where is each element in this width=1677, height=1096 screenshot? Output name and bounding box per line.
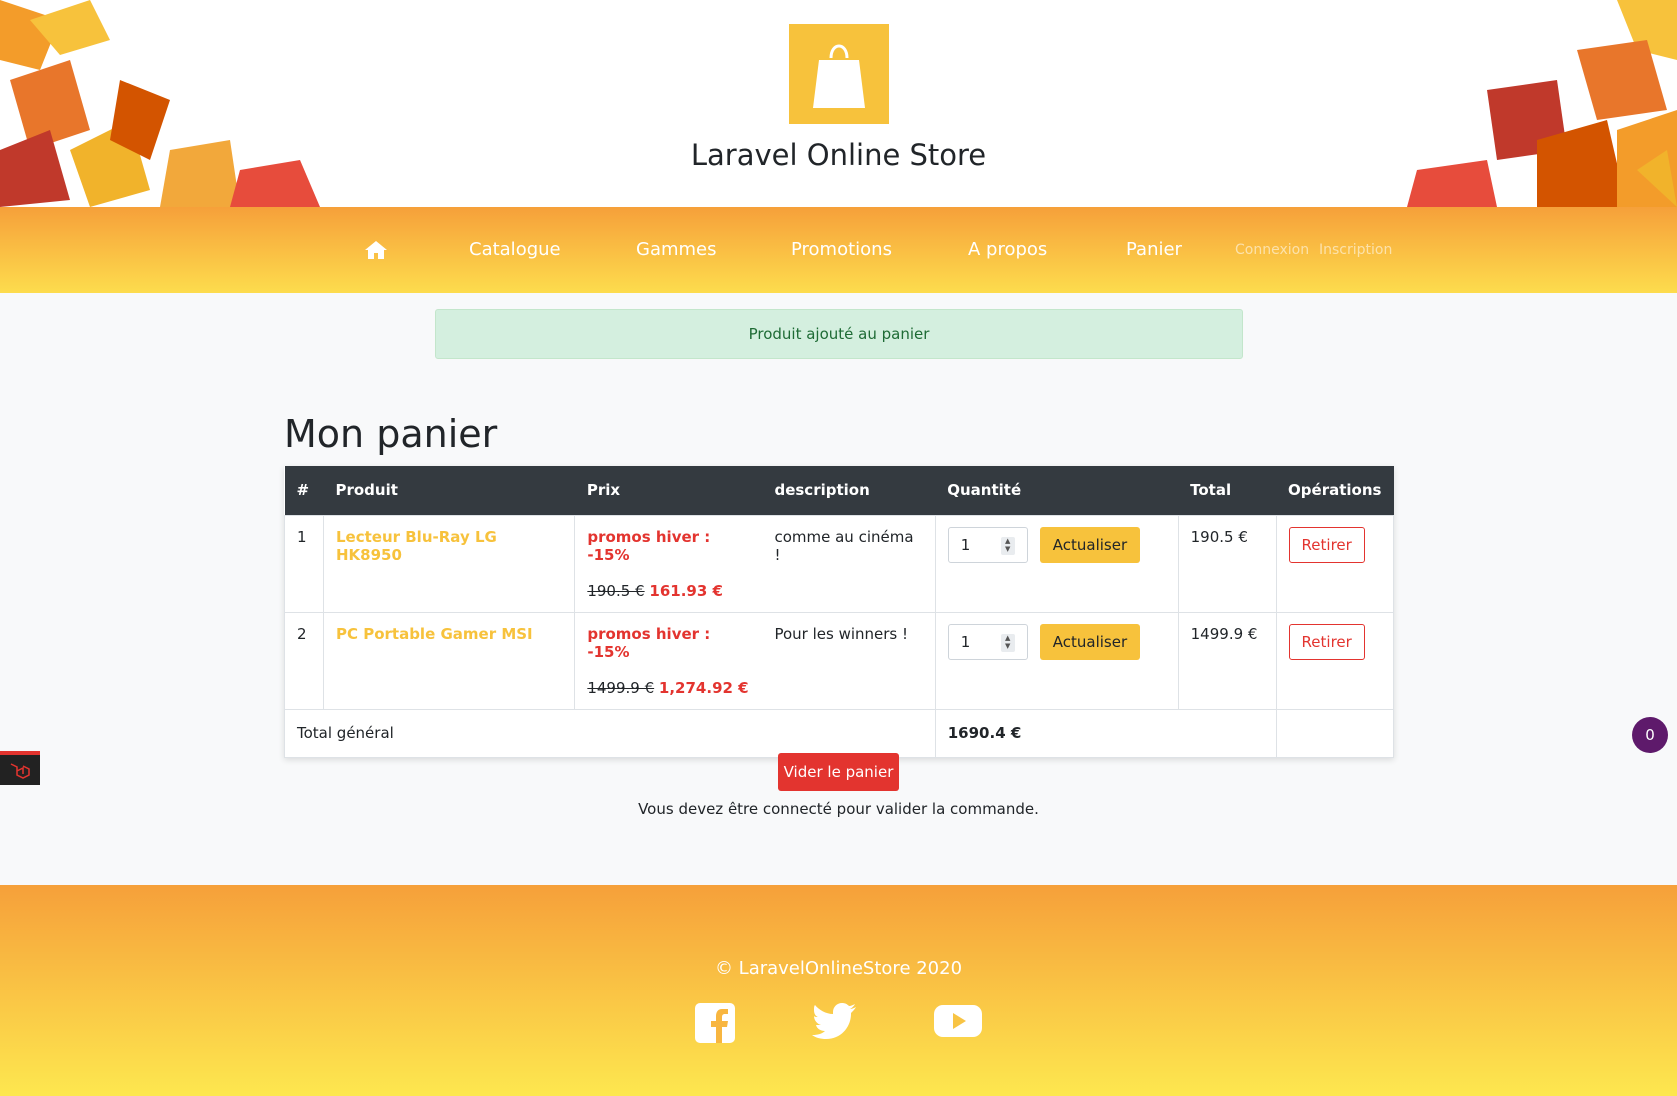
total-cell: 190.5 €	[1177, 514, 1277, 613]
main-navbar: Catalogue Gammes Promotions A propos Pan…	[0, 207, 1677, 293]
description-cell: comme au cinéma !	[762, 514, 936, 613]
youtube-icon[interactable]	[934, 1003, 982, 1039]
column-header: Quantité	[935, 466, 1179, 515]
grand-total-value: 1690.4 €	[934, 708, 1277, 758]
laravel-icon	[10, 763, 30, 779]
product-cell: Lecteur Blu-Ray LG HK8950	[322, 514, 576, 613]
empty-cell	[1275, 708, 1395, 758]
promo-label: promos hiver : -15%	[587, 527, 711, 564]
row-index: 2	[284, 611, 324, 710]
old-price: 1499.9 €	[587, 678, 655, 697]
grand-total-row: Total général 1690.4 €	[284, 708, 1395, 758]
product-link[interactable]: Lecteur Blu-Ray LG HK8950	[336, 528, 497, 564]
total-cell: 1499.9 €	[1177, 611, 1277, 710]
spinner-arrows-icon[interactable]: ▲ ▼	[1000, 536, 1015, 555]
column-header: description	[762, 466, 936, 515]
autumn-leaves-decoration	[1407, 0, 1677, 207]
price-cell: promos hiver : -15% 1499.9 € 1,274.92 €	[574, 611, 763, 710]
quantity-cell: 1 ▲ ▼ Actualiser	[934, 611, 1179, 710]
new-price: 161.93 €	[649, 581, 723, 600]
nav-a-propos[interactable]: A propos	[968, 207, 1047, 293]
price-cell: promos hiver : -15% 190.5 € 161.93 €	[574, 514, 763, 613]
site-header: Laravel Online Store	[0, 0, 1677, 207]
row-index: 1	[284, 514, 324, 613]
column-header: Opérations	[1276, 466, 1394, 515]
autumn-leaves-decoration	[0, 0, 320, 207]
old-price: 190.5 €	[587, 581, 645, 600]
update-button[interactable]: Actualiser	[1039, 623, 1141, 660]
nav-promotions[interactable]: Promotions	[791, 207, 892, 293]
column-header: Total	[1178, 466, 1277, 515]
login-required-note: Vous devez être connecté pour valider la…	[638, 800, 1039, 818]
quantity-stepper[interactable]: 1 ▲ ▼	[947, 526, 1028, 563]
table-header-row: # Produit Prix description Quantité Tota…	[284, 466, 1394, 515]
cart-table: # Produit Prix description Quantité Tota…	[284, 466, 1395, 758]
copyright-text: © LaravelOnlineStore 2020	[714, 958, 963, 979]
debugbar-toggle[interactable]	[0, 751, 40, 785]
site-title: Laravel Online Store	[690, 138, 987, 172]
home-icon	[365, 241, 387, 259]
quantity-value: 1	[960, 632, 971, 651]
counter-badge[interactable]: 0	[1632, 717, 1668, 753]
column-header: Prix	[574, 466, 763, 515]
store-logo[interactable]	[789, 24, 889, 124]
success-alert: Produit ajouté au panier	[435, 309, 1243, 359]
operations-cell: Retirer	[1275, 514, 1395, 613]
column-header: #	[284, 466, 324, 515]
empty-cart-button[interactable]: Vider le panier	[778, 753, 899, 791]
quantity-stepper[interactable]: 1 ▲ ▼	[947, 623, 1028, 660]
nav-home[interactable]	[365, 207, 387, 293]
quantity-cell: 1 ▲ ▼ Actualiser	[934, 514, 1179, 613]
remove-button[interactable]: Retirer	[1288, 526, 1365, 563]
facebook-icon[interactable]	[695, 1003, 735, 1043]
nav-register[interactable]: Inscription	[1319, 207, 1392, 293]
column-header: Produit	[323, 466, 575, 515]
site-footer: © LaravelOnlineStore 2020	[0, 885, 1677, 1096]
promo-label: promos hiver : -15%	[587, 624, 711, 661]
nav-panier[interactable]: Panier	[1126, 207, 1182, 293]
spinner-arrows-icon[interactable]: ▲ ▼	[1000, 633, 1015, 652]
table-row: 2 PC Portable Gamer MSI promos hiver : -…	[284, 611, 1395, 710]
remove-button[interactable]: Retirer	[1288, 623, 1365, 660]
quantity-value: 1	[960, 535, 971, 554]
new-price: 1,274.92 €	[658, 678, 749, 697]
table-row: 1 Lecteur Blu-Ray LG HK8950 promos hiver…	[284, 514, 1395, 613]
page-title: Mon panier	[284, 412, 498, 456]
description-cell: Pour les winners !	[762, 611, 936, 710]
shopping-bag-icon	[813, 44, 865, 108]
nav-gammes[interactable]: Gammes	[636, 207, 717, 293]
nav-login[interactable]: Connexion	[1235, 207, 1309, 293]
operations-cell: Retirer	[1275, 611, 1395, 710]
product-cell: PC Portable Gamer MSI	[322, 611, 576, 710]
update-button[interactable]: Actualiser	[1039, 526, 1141, 563]
grand-total-label: Total général	[284, 708, 936, 758]
product-link[interactable]: PC Portable Gamer MSI	[336, 625, 533, 643]
nav-catalogue[interactable]: Catalogue	[469, 207, 561, 293]
twitter-icon[interactable]	[812, 1003, 856, 1041]
